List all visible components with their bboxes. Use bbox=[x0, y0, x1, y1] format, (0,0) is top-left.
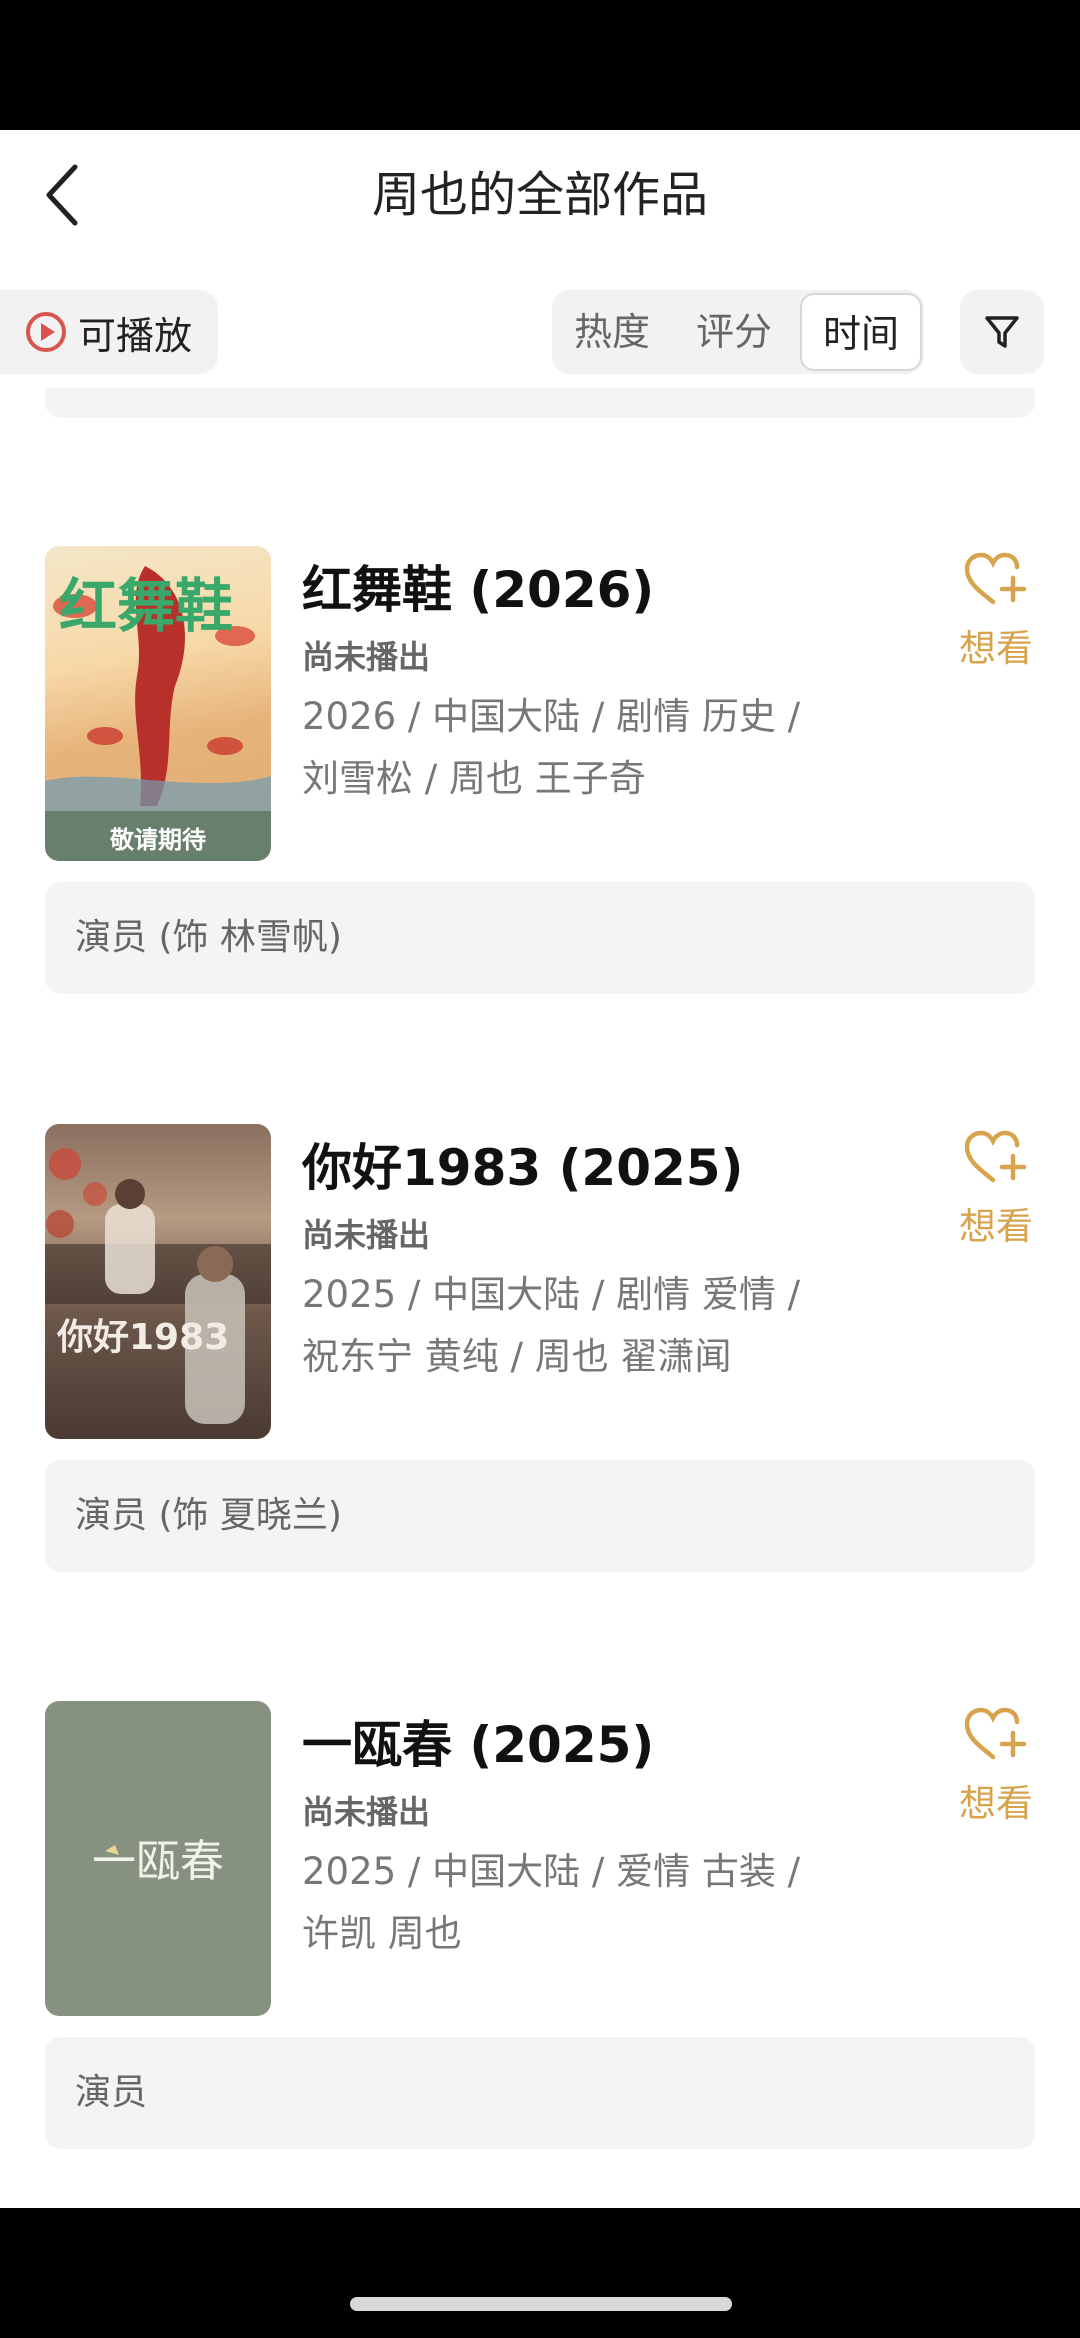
movie-meta-line1: 2026 / 中国大陆 / 剧情 历史 / bbox=[302, 695, 801, 738]
role-box: 演员 (饰 林雪帆) bbox=[45, 882, 1035, 994]
movie-poster[interactable]: 敬请期待 红舞鞋 bbox=[45, 546, 271, 861]
want-to-watch-button[interactable]: 想看 bbox=[948, 550, 1044, 680]
movie-meta: 2025 / 中国大陆 / 剧情 爱情 / 祝东宁 黄纯 / 周也 翟潇闻 bbox=[302, 1264, 862, 1388]
movie-meta-line2: 许凯 周也 bbox=[302, 1912, 462, 1955]
movie-title[interactable]: 你好1983 (2025) bbox=[302, 1128, 743, 1200]
poster-title-text: 红舞鞋 bbox=[59, 572, 233, 640]
heart-plus-icon bbox=[964, 1130, 1027, 1183]
filter-button[interactable] bbox=[960, 290, 1044, 374]
movie-title[interactable]: 一瓯春 (2025) bbox=[302, 1705, 654, 1777]
movie-meta-line1: 2025 / 中国大陆 / 剧情 爱情 / bbox=[302, 1273, 801, 1316]
want-to-watch-button[interactable]: 想看 bbox=[948, 1128, 1044, 1258]
movie-status: 尚未播出 bbox=[302, 1216, 431, 1254]
playable-label: 可播放 bbox=[78, 313, 193, 358]
movie-status: 尚未播出 bbox=[302, 1793, 431, 1831]
poster-caption: 敬请期待 bbox=[109, 826, 206, 854]
want-to-watch-label: 想看 bbox=[959, 627, 1033, 670]
movie-poster[interactable]: 你好1983 bbox=[45, 1124, 271, 1439]
movie-meta: 2025 / 中国大陆 / 爱情 古装 / 许凯 周也 bbox=[302, 1841, 862, 1965]
movie-item[interactable]: 一瓯春 一瓯春 (2025) 尚未播出 2025 / 中国大陆 / 爱情 古装 … bbox=[0, 1701, 1080, 2208]
sort-tab-time[interactable]: 时间 bbox=[800, 293, 922, 371]
movie-meta-line2: 祝东宁 黄纯 / 周也 翟潇闻 bbox=[302, 1335, 732, 1378]
system-navigation-bar bbox=[0, 2208, 1080, 2338]
playable-filter-button[interactable]: 可播放 bbox=[0, 290, 218, 374]
role-box: 演员 bbox=[45, 2037, 1035, 2149]
sort-tab-rating[interactable]: 评分 bbox=[672, 290, 796, 374]
sort-tabs: 热度 评分 时间 bbox=[552, 290, 924, 374]
movie-meta-line2: 刘雪松 / 周也 王子奇 bbox=[302, 757, 646, 800]
heart-plus-icon bbox=[964, 552, 1027, 605]
movie-item[interactable]: 你好1983 你好1983 (2025) 尚未播出 2025 / 中国大陆 / … bbox=[0, 1124, 1080, 1684]
play-circle-icon bbox=[26, 312, 66, 352]
poster-title-text: 你好1983 bbox=[56, 1317, 229, 1358]
movie-title[interactable]: 红舞鞋 (2026) bbox=[302, 550, 654, 622]
movie-meta: 2026 / 中国大陆 / 剧情 历史 / 刘雪松 / 周也 王子奇 bbox=[302, 686, 862, 810]
want-to-watch-label: 想看 bbox=[959, 1782, 1033, 1825]
previous-role-box-edge bbox=[45, 388, 1035, 418]
movie-poster[interactable]: 一瓯春 bbox=[45, 1701, 271, 2016]
sort-tab-popularity[interactable]: 热度 bbox=[552, 290, 672, 374]
heart-plus-icon bbox=[964, 1707, 1027, 1760]
header: 周也的全部作品 bbox=[0, 130, 1080, 260]
movie-meta-line1: 2025 / 中国大陆 / 爱情 古装 / bbox=[302, 1850, 801, 1893]
filter-funnel-icon bbox=[985, 316, 1019, 348]
want-to-watch-label: 想看 bbox=[959, 1205, 1033, 1248]
want-to-watch-button[interactable]: 想看 bbox=[948, 1705, 1044, 1835]
page-title: 周也的全部作品 bbox=[371, 167, 708, 223]
app-screen: 周也的全部作品 可播放 热度 评分 时间 敬请期待 红舞鞋 红舞鞋 (2026)… bbox=[0, 130, 1080, 2208]
movie-status: 尚未播出 bbox=[302, 638, 431, 676]
home-indicator[interactable] bbox=[350, 2297, 732, 2311]
movie-item[interactable]: 敬请期待 红舞鞋 红舞鞋 (2026) 尚未播出 2026 / 中国大陆 / 剧… bbox=[0, 546, 1080, 1106]
poster-title-text: 一瓯春 bbox=[92, 1836, 224, 1887]
role-box: 演员 (饰 夏晓兰) bbox=[45, 1460, 1035, 1572]
